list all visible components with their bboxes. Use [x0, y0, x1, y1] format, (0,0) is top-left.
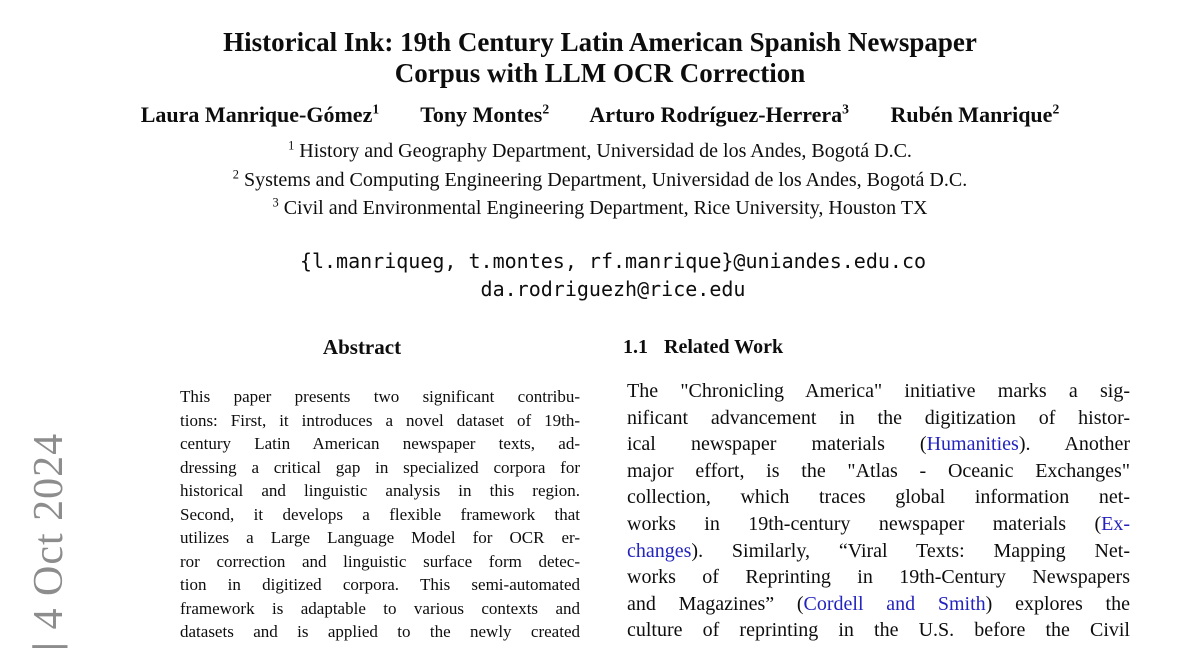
text-segment: ) explores the — [986, 593, 1130, 615]
text-segment: framework is adaptable to various contex… — [180, 599, 580, 618]
related-line: works of Reprinting in 19th-Century News… — [627, 564, 1130, 591]
abstract-heading: Abstract — [180, 335, 544, 360]
author-1: Laura Manrique-Gómez1 — [141, 102, 379, 127]
text-segment: ical newspaper materials ( — [627, 433, 927, 455]
abstract-line: dressing a critical gap in specialized c… — [180, 456, 580, 480]
abstract-line: century Latin American newspaper texts, … — [180, 432, 580, 456]
abstract-line: historical and linguistic analysis in th… — [180, 479, 580, 503]
text-segment: tions: First, it introduces a novel data… — [180, 411, 580, 430]
text-segment: major effort, is the "Atlas - Oceanic Ex… — [627, 460, 1130, 482]
related-work-body: The "Chronicling America" initiative mar… — [627, 378, 1130, 644]
text-segment: collection, which traces global informat… — [627, 486, 1130, 508]
abstract-body: This paper presents two significant cont… — [180, 385, 580, 644]
section-number: 1.1 — [623, 336, 648, 358]
text-segment: works in 19th-century newspaper material… — [627, 513, 1101, 535]
abstract-line: This paper presents two significant cont… — [180, 385, 580, 409]
affiliation-2: 2 Systems and Computing Engineering Depa… — [0, 166, 1200, 195]
paper-title-line2: Corpus with LLM OCR Correction — [0, 58, 1200, 89]
text-segment: works of Reprinting in 19th-Century News… — [627, 566, 1130, 588]
related-line: nificant advancement in the digitization… — [627, 405, 1130, 432]
abstract-line: Second, it develops a flexible framework… — [180, 503, 580, 527]
affiliation-1: 1 History and Geography Department, Univ… — [0, 137, 1200, 166]
citation-link[interactable]: Ex- — [1101, 513, 1130, 535]
section-title: Related Work — [664, 336, 783, 358]
paper-page: ] 4 Oct 2024 Historical Ink: 19th Centur… — [0, 0, 1200, 648]
text-segment: The "Chronicling America" initiative mar… — [627, 380, 1130, 402]
text-segment: tion in digitized corpora. This semi-aut… — [180, 575, 580, 594]
related-line: major effort, is the "Atlas - Oceanic Ex… — [627, 458, 1130, 485]
text-segment: This paper presents two significant cont… — [180, 387, 580, 406]
text-segment: and Magazines” ( — [627, 593, 804, 615]
related-line: collection, which traces global informat… — [627, 484, 1130, 511]
author-1-affil-mark: 1 — [372, 102, 379, 117]
text-segment: historical and linguistic analysis in th… — [180, 481, 580, 500]
citation-link[interactable]: Cordell and Smith — [804, 593, 986, 615]
text-segment: utilizes a Large Language Model for OCR … — [180, 528, 580, 547]
abstract-line: utilizes a Large Language Model for OCR … — [180, 526, 580, 550]
text-segment: culture of reprinting in the U.S. before… — [627, 619, 1130, 641]
citation-link[interactable]: Humanities — [927, 433, 1019, 455]
related-line: and Magazines” (Cordell and Smith) explo… — [627, 591, 1130, 618]
author-2: Tony Montes2 — [420, 102, 549, 127]
email-block: {l.manriqueg, t.montes, rf.manrique}@uni… — [13, 247, 1200, 303]
email-line-uniandes: {l.manriqueg, t.montes, rf.manrique}@uni… — [13, 247, 1200, 275]
arxiv-watermark: ] 4 Oct 2024 — [26, 433, 73, 648]
related-line: works in 19th-century newspaper material… — [627, 511, 1130, 538]
text-segment: datasets and is applied to the newly cre… — [180, 622, 580, 641]
text-segment: century Latin American newspaper texts, … — [180, 434, 580, 453]
author-line: Laura Manrique-Gómez1 Tony Montes2 Artur… — [0, 102, 1200, 128]
email-line-rice: da.rodriguezh@rice.edu — [13, 275, 1200, 303]
abstract-line: tion in digitized corpora. This semi-aut… — [180, 573, 580, 597]
abstract-line: datasets and is applied to the newly cre… — [180, 620, 580, 644]
author-2-affil-mark: 2 — [542, 102, 549, 117]
text-segment: dressing a critical gap in specialized c… — [180, 458, 580, 477]
author-3-affil-mark: 3 — [842, 102, 849, 117]
author-4: Rubén Manrique2 — [890, 102, 1059, 127]
related-line: changes). Similarly, “Viral Texts: Mappi… — [627, 538, 1130, 565]
text-segment: Second, it develops a flexible framework… — [180, 505, 580, 524]
affiliation-block: 1 History and Geography Department, Univ… — [0, 137, 1200, 223]
text-segment: nificant advancement in the digitization… — [627, 407, 1130, 429]
text-segment: ror correction and linguistic surface fo… — [180, 552, 580, 571]
paper-title-line1: Historical Ink: 19th Century Latin Ameri… — [0, 27, 1200, 58]
text-segment: ). Similarly, “Viral Texts: Mapping Net- — [691, 540, 1130, 562]
related-work-heading: 1.1 Related Work — [623, 336, 1126, 359]
paper-title: Historical Ink: 19th Century Latin Ameri… — [0, 27, 1200, 89]
related-line: culture of reprinting in the U.S. before… — [627, 617, 1130, 644]
related-line: ical newspaper materials (Humanities). A… — [627, 431, 1130, 458]
affiliation-3: 3 Civil and Environmental Engineering De… — [0, 194, 1200, 223]
abstract-line: ror correction and linguistic surface fo… — [180, 550, 580, 574]
abstract-line: framework is adaptable to various contex… — [180, 597, 580, 621]
citation-link[interactable]: changes — [627, 540, 691, 562]
author-4-affil-mark: 2 — [1052, 102, 1059, 117]
author-3: Arturo Rodríguez-Herrera3 — [589, 102, 849, 127]
related-line: The "Chronicling America" initiative mar… — [627, 378, 1130, 405]
abstract-line: tions: First, it introduces a novel data… — [180, 409, 580, 433]
text-segment: ). Another — [1019, 433, 1130, 455]
